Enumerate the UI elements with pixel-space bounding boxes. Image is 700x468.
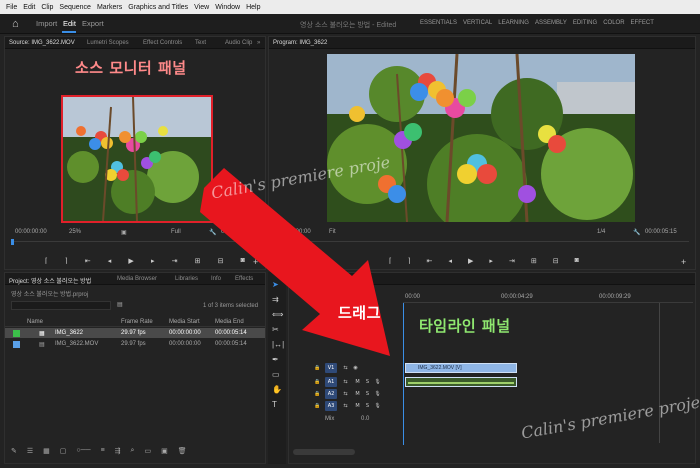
drag-label: 드래그: [338, 304, 381, 322]
premiere-window: File Edit Clip Sequence Markers Graphics…: [0, 0, 700, 468]
drag-arrow: [200, 168, 390, 356]
